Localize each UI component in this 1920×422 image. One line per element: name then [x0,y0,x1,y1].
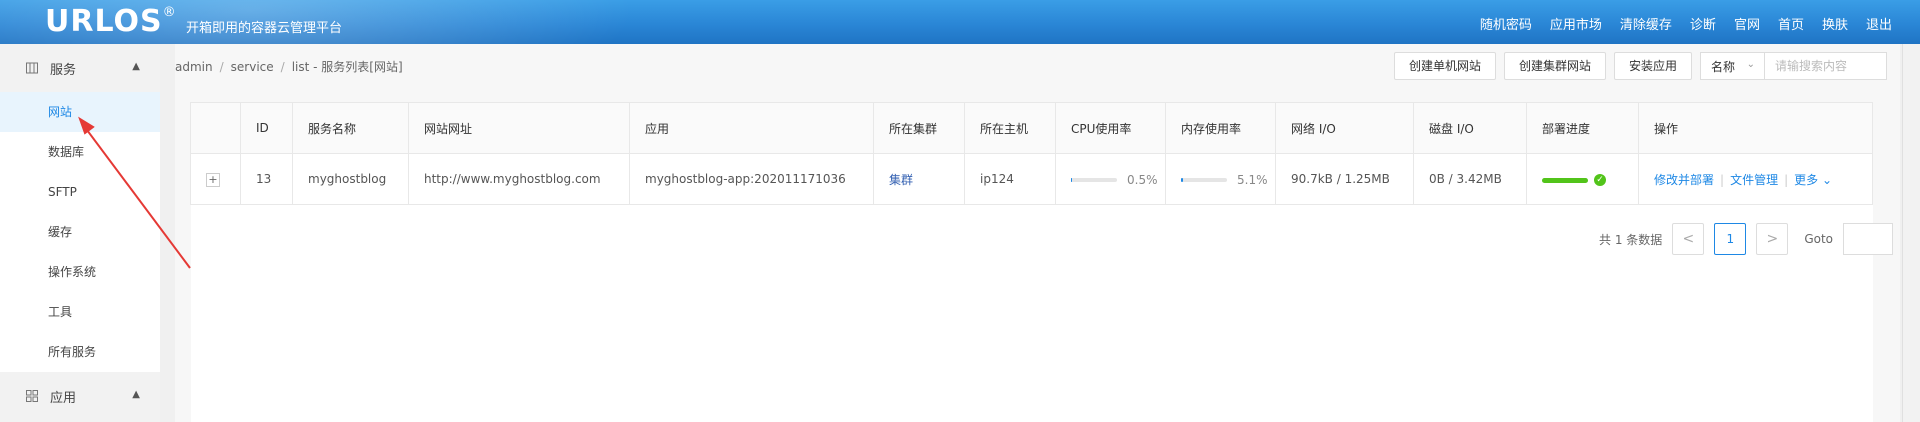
deploy-progress: ✓ [1542,174,1606,187]
col-header-cluster: 所在集群 [873,102,965,154]
sidebar-item-os[interactable]: 操作系统 [0,252,160,292]
nav-logout[interactable]: 退出 [1866,14,1892,33]
install-app-button[interactable]: 安装应用 [1613,52,1692,80]
col-header-net: 网络 I/O [1275,102,1414,154]
toolbar: 创建单机网站 创建集群网站 安装应用 名称 ⌄ [1386,52,1887,80]
breadcrumb-current: list - 服务列表[网站] [291,60,403,74]
breadcrumb: admin / service / list - 服务列表[网站] [175,60,403,74]
col-header-mem: 内存使用率 [1165,102,1276,154]
breadcrumb-admin[interactable]: admin [175,60,213,74]
nav-app-market[interactable]: 应用市场 [1550,14,1602,33]
check-circle-icon: ✓ [1594,174,1606,187]
sidebar-group-label: 服务 [50,62,77,78]
cell-ops: 修改并部署 | 文件管理 | 更多 ⌄ [1638,153,1873,205]
sidebar-item-database[interactable]: 数据库 [0,132,160,172]
cpu-usage-text: 0.5% [1127,173,1158,187]
cell-cluster-link[interactable]: 集群 [889,173,913,187]
table-header-row: ID 服务名称 网站网址 应用 所在集群 所在主机 CPU使用率 内存使用率 网… [190,102,1873,154]
create-cluster-site-button[interactable]: 创建集群网站 [1503,52,1606,80]
cell-id: 13 [240,153,293,205]
cpu-usage: 0.5% [1071,173,1158,187]
vertical-scrollbar[interactable] [1902,44,1920,422]
cell-url: http://www.myghostblog.com [408,153,630,205]
cell-app: myghostblog-app:202011171036 [629,153,874,205]
total-count: 共 1 条数据 [1599,232,1663,247]
breadcrumb-service[interactable]: service [231,60,274,74]
col-header-name: 服务名称 [292,102,409,154]
apps-icon [26,390,38,402]
select-value: 名称 [1711,59,1736,74]
sidebar-group-apps[interactable]: 应用 ▲ [0,372,160,420]
nav-clear-cache[interactable]: 清除缓存 [1620,14,1672,33]
file-manager-link[interactable]: 文件管理 [1730,173,1778,187]
col-header-id: ID [240,102,293,154]
col-header-ops: 操作 [1638,102,1873,154]
logo[interactable]: URLOS® [45,4,177,39]
cell-net-io: 90.7kB / 1.25MB [1275,153,1414,205]
main-content: admin / service / list - 服务列表[网站] 创建单机网站 创建集… [175,44,1900,422]
col-header-disk: 磁盘 I/O [1413,102,1527,154]
sidebar-item-cache[interactable]: 缓存 [0,212,160,252]
search-field-select[interactable]: 名称 ⌄ [1700,52,1765,80]
slogan: 开箱即用的容器云管理平台 [186,21,343,36]
page-1-button[interactable]: 1 [1714,223,1747,255]
mem-usage: 5.1% [1181,173,1268,187]
chevron-down-icon: ⌄ [1746,59,1755,70]
chevron-up-icon: ▲ [132,61,140,72]
search-input[interactable] [1765,52,1887,80]
nav-random-password[interactable]: 随机密码 [1480,14,1532,33]
sidebar-item-all-services[interactable]: 所有服务 [0,332,160,372]
more-label: 更多 [1794,172,1819,187]
col-header-expand [190,102,241,154]
table-row: + 13 myghostblog http://www.myghostblog.… [190,153,1873,205]
goto-label: Goto [1804,232,1833,246]
nav-diagnose[interactable]: 诊断 [1690,14,1716,33]
top-bar: URLOS® 开箱即用的容器云管理平台 随机密码 应用市场 清除缓存 诊断 官网… [0,0,1920,44]
nav-home[interactable]: 首页 [1778,14,1804,33]
mem-usage-text: 5.1% [1237,173,1268,187]
col-header-app: 应用 [629,102,874,154]
logo-text: URLOS [45,4,163,39]
goto-input[interactable] [1843,223,1893,255]
logo-mark: ® [162,5,177,20]
col-header-cpu: CPU使用率 [1055,102,1166,154]
chevron-up-icon: ▲ [132,389,140,400]
service-table: ID 服务名称 网站网址 应用 所在集群 所在主机 CPU使用率 内存使用率 网… [190,102,1873,205]
cell-host: ip124 [964,153,1056,205]
cell-name: myghostblog [292,153,409,205]
deploy-progress-bar [1542,177,1588,183]
mem-usage-bar [1181,178,1227,182]
expand-row-button[interactable]: + [206,172,220,187]
sidebar-item-tools[interactable]: 工具 [0,292,160,332]
edit-deploy-link[interactable]: 修改并部署 [1654,173,1714,187]
sidebar: 服务 ▲ 网站 数据库 SFTP 缓存 操作系统 工具 所有服务 应用 ▲ [0,44,160,422]
pagination: 共 1 条数据 < 1 > Goto [1599,223,1893,255]
sidebar-item-website[interactable]: 网站 [0,92,160,132]
col-header-host: 所在主机 [964,102,1056,154]
col-header-deploy: 部署进度 [1526,102,1639,154]
chevron-down-icon: ⌄ [1818,172,1833,187]
grid-icon [26,62,38,74]
top-nav: 随机密码 应用市场 清除缓存 诊断 官网 首页 换肤 退出 [1462,14,1892,33]
cpu-usage-bar [1071,178,1117,182]
more-dropdown[interactable]: 更多 ⌄ [1794,173,1832,187]
nav-official-site[interactable]: 官网 [1734,14,1760,33]
sidebar-group-label: 应用 [50,390,77,406]
sidebar-group-services[interactable]: 服务 ▲ [0,44,160,92]
cell-disk-io: 0B / 3.42MB [1413,153,1527,205]
col-header-url: 网站网址 [408,102,630,154]
sidebar-item-sftp[interactable]: SFTP [0,172,160,212]
nav-skin[interactable]: 换肤 [1822,14,1848,33]
next-page-button[interactable]: > [1756,223,1789,255]
prev-page-button[interactable]: < [1672,223,1705,255]
service-table-wrap: ID 服务名称 网站网址 应用 所在集群 所在主机 CPU使用率 内存使用率 网… [190,102,1873,205]
create-single-site-button[interactable]: 创建单机网站 [1393,52,1496,80]
